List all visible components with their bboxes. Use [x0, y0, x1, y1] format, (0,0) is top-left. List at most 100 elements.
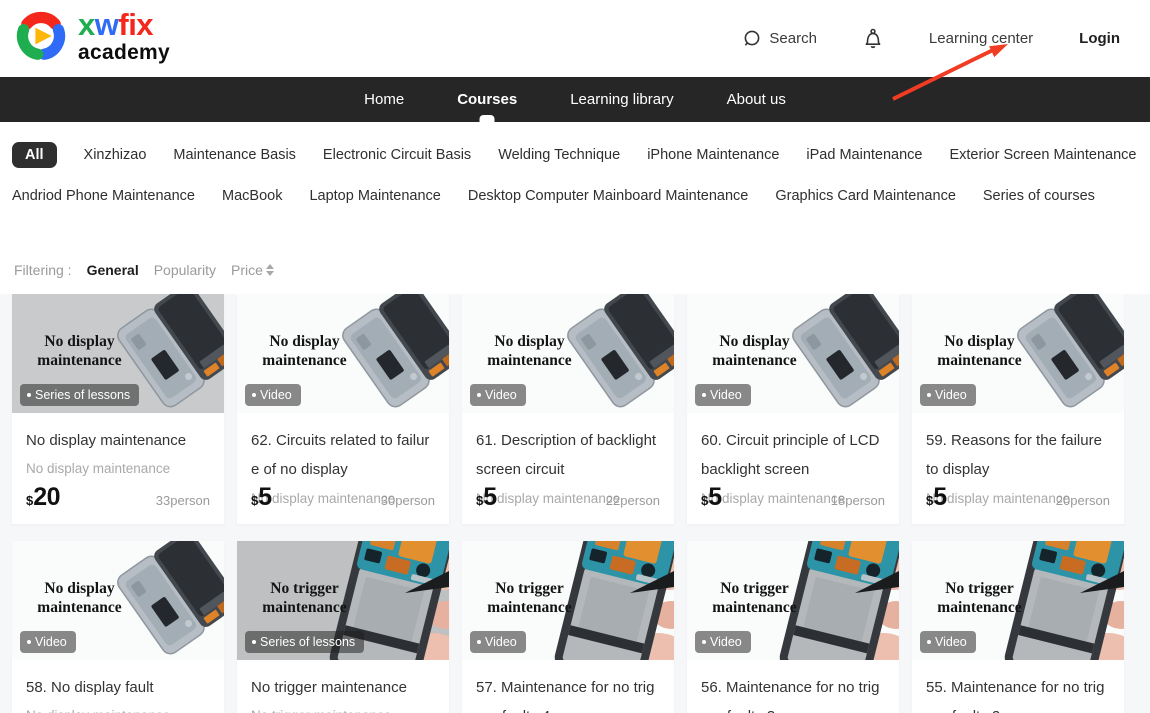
filter-option-price[interactable]: Price — [231, 262, 274, 278]
site-logo[interactable]: xwfix academy — [14, 9, 170, 63]
badge-dot-icon — [927, 640, 931, 644]
brand-part-fix: fix — [118, 7, 153, 42]
badge-dot-icon — [252, 640, 256, 644]
category-welding-technique[interactable]: Welding Technique — [498, 143, 620, 167]
play-triangle — [35, 28, 51, 45]
category-all[interactable]: All — [12, 142, 57, 168]
login-button[interactable]: Login — [1079, 30, 1120, 47]
course-title: 58. No display fault — [26, 673, 210, 702]
search-label: Search — [769, 30, 817, 47]
nav-item-home[interactable]: Home — [356, 77, 412, 122]
badge-label: Video — [710, 636, 742, 649]
sort-filter-bar: Filtering : General Popularity Price — [14, 260, 1150, 280]
course-card-body: No display maintenance No display mainte… — [12, 413, 224, 476]
category-laptop-maintenance[interactable]: Laptop Maintenance — [309, 184, 440, 208]
course-card[interactable]: No trigger maintenance Video 56. Mainten… — [687, 541, 899, 713]
category-xinzhizao[interactable]: Xinzhizao — [84, 143, 147, 167]
badge-label: Video — [35, 636, 67, 649]
course-card[interactable]: No trigger maintenance Video 57. Mainten… — [462, 541, 674, 713]
course-card[interactable]: No display maintenance Video 62. Circuit… — [237, 294, 449, 524]
badge-dot-icon — [477, 640, 481, 644]
course-type-badge: Video — [20, 631, 76, 654]
category-iphone-maintenance[interactable]: iPhone Maintenance — [647, 143, 779, 167]
filter-option-popularity[interactable]: Popularity — [154, 262, 216, 278]
main-nav: Home Courses Learning library About us — [0, 77, 1150, 122]
course-title: 60. Circuit principle of LCD backlight s… — [701, 426, 885, 485]
nav-item-courses[interactable]: Courses — [449, 77, 525, 122]
course-subtitle: No display maintenance — [26, 708, 210, 713]
category-ipad-maintenance[interactable]: iPad Maintenance — [806, 143, 922, 167]
course-card[interactable]: No display maintenance Video 60. Circuit… — [687, 294, 899, 524]
category-exterior-screen-maintenance[interactable]: Exterior Screen Maintenance — [949, 143, 1136, 167]
course-title: 55. Maintenance for no trigger faults 2 — [926, 673, 1110, 713]
course-type-badge: Video — [695, 631, 751, 654]
site-header: xwfix academy Search Learning center Log… — [0, 0, 1150, 77]
logo-play-icon — [14, 9, 68, 63]
course-price: $5 — [701, 483, 722, 512]
badge-dot-icon — [702, 640, 706, 644]
notification-bell-icon[interactable] — [863, 28, 883, 49]
category-maintenance-basis[interactable]: Maintenance Basis — [173, 143, 296, 167]
course-card-footer: $5 22person — [476, 483, 660, 512]
course-type-badge: Video — [470, 384, 526, 407]
category-graphics-card-maintenance[interactable]: Graphics Card Maintenance — [775, 184, 956, 208]
course-type-badge: Video — [920, 631, 976, 654]
thumbnail-caption: No display maintenance — [22, 579, 137, 618]
thumbnail-caption: No trigger maintenance — [472, 579, 587, 618]
nav-item-about-us[interactable]: About us — [719, 77, 794, 122]
thumbnail-caption: No display maintenance — [472, 332, 587, 371]
course-card-body: 56. Maintenance for no trigger faults 3 — [687, 660, 899, 713]
course-thumbnail: No trigger maintenance Series of lessons — [237, 541, 449, 660]
course-card-body: No trigger maintenance No trigger mainte… — [237, 660, 449, 713]
search-icon — [742, 29, 762, 49]
category-desktop-computer-mainboard-maintenance[interactable]: Desktop Computer Mainboard Maintenance — [468, 184, 748, 208]
price-amount: 5 — [258, 483, 271, 511]
search-button[interactable]: Search — [742, 29, 817, 49]
course-type-badge: Video — [245, 384, 301, 407]
course-card[interactable]: No display maintenance Video 59. Reasons… — [912, 294, 1124, 524]
course-card-body: 55. Maintenance for no trigger faults 2 — [912, 660, 1124, 713]
course-card[interactable]: No display maintenance Video 61. Descrip… — [462, 294, 674, 524]
enrollment-count: 22person — [606, 493, 660, 508]
course-card-footer: $5 30person — [251, 483, 435, 512]
nav-active-indicator — [480, 115, 495, 122]
course-thumbnail: No display maintenance Video — [687, 294, 899, 413]
course-grid: No display maintenance Series of lessons… — [12, 294, 1150, 713]
badge-dot-icon — [252, 393, 256, 397]
course-type-badge: Video — [920, 384, 976, 407]
course-type-badge: Video — [695, 384, 751, 407]
course-subtitle: No trigger maintenance — [251, 708, 435, 713]
nav-item-learning-library[interactable]: Learning library — [562, 77, 681, 122]
course-card[interactable]: No display maintenance Series of lessons… — [12, 294, 224, 524]
filter-option-general[interactable]: General — [87, 262, 139, 278]
price-amount: 5 — [483, 483, 496, 511]
category-series-of-courses[interactable]: Series of courses — [983, 184, 1095, 208]
course-card[interactable]: No display maintenance Video 58. No disp… — [12, 541, 224, 713]
price-amount: 5 — [708, 483, 721, 511]
course-subtitle: No display maintenance — [26, 461, 210, 476]
course-card-footer: $5 18person — [701, 483, 885, 512]
course-card-footer: $5 20person — [926, 483, 1110, 512]
filtering-label: Filtering : — [14, 262, 72, 278]
course-thumbnail: No display maintenance Video — [12, 541, 224, 660]
course-title: 57. Maintenance for no trigger faults 4 — [476, 673, 660, 713]
learning-center-link[interactable]: Learning center — [929, 30, 1033, 47]
enrollment-count: 30person — [381, 493, 435, 508]
courses-page: xwfix academy Search Learning center Log… — [0, 0, 1150, 713]
badge-label: Video — [485, 389, 517, 402]
price-amount: 20 — [33, 483, 60, 511]
badge-label: Video — [935, 389, 967, 402]
course-thumbnail: No display maintenance Series of lessons — [12, 294, 224, 413]
badge-label: Video — [260, 389, 292, 402]
category-macbook[interactable]: MacBook — [222, 184, 282, 208]
course-card-body: 57. Maintenance for no trigger faults 4 — [462, 660, 674, 713]
thumbnail-caption: No display maintenance — [922, 332, 1037, 371]
category-andriod-phone-maintenance[interactable]: Andriod Phone Maintenance — [12, 184, 195, 208]
category-electronic-circuit-basis[interactable]: Electronic Circuit Basis — [323, 143, 471, 167]
course-price: $5 — [926, 483, 947, 512]
course-card[interactable]: No trigger maintenance Series of lessons… — [237, 541, 449, 713]
category-filter-bar: All Xinzhizao Maintenance Basis Electronic … — [0, 122, 1150, 208]
course-price: $5 — [251, 483, 272, 512]
course-card[interactable]: No trigger maintenance Video 55. Mainten… — [912, 541, 1124, 713]
course-thumbnail: No trigger maintenance Video — [912, 541, 1124, 660]
